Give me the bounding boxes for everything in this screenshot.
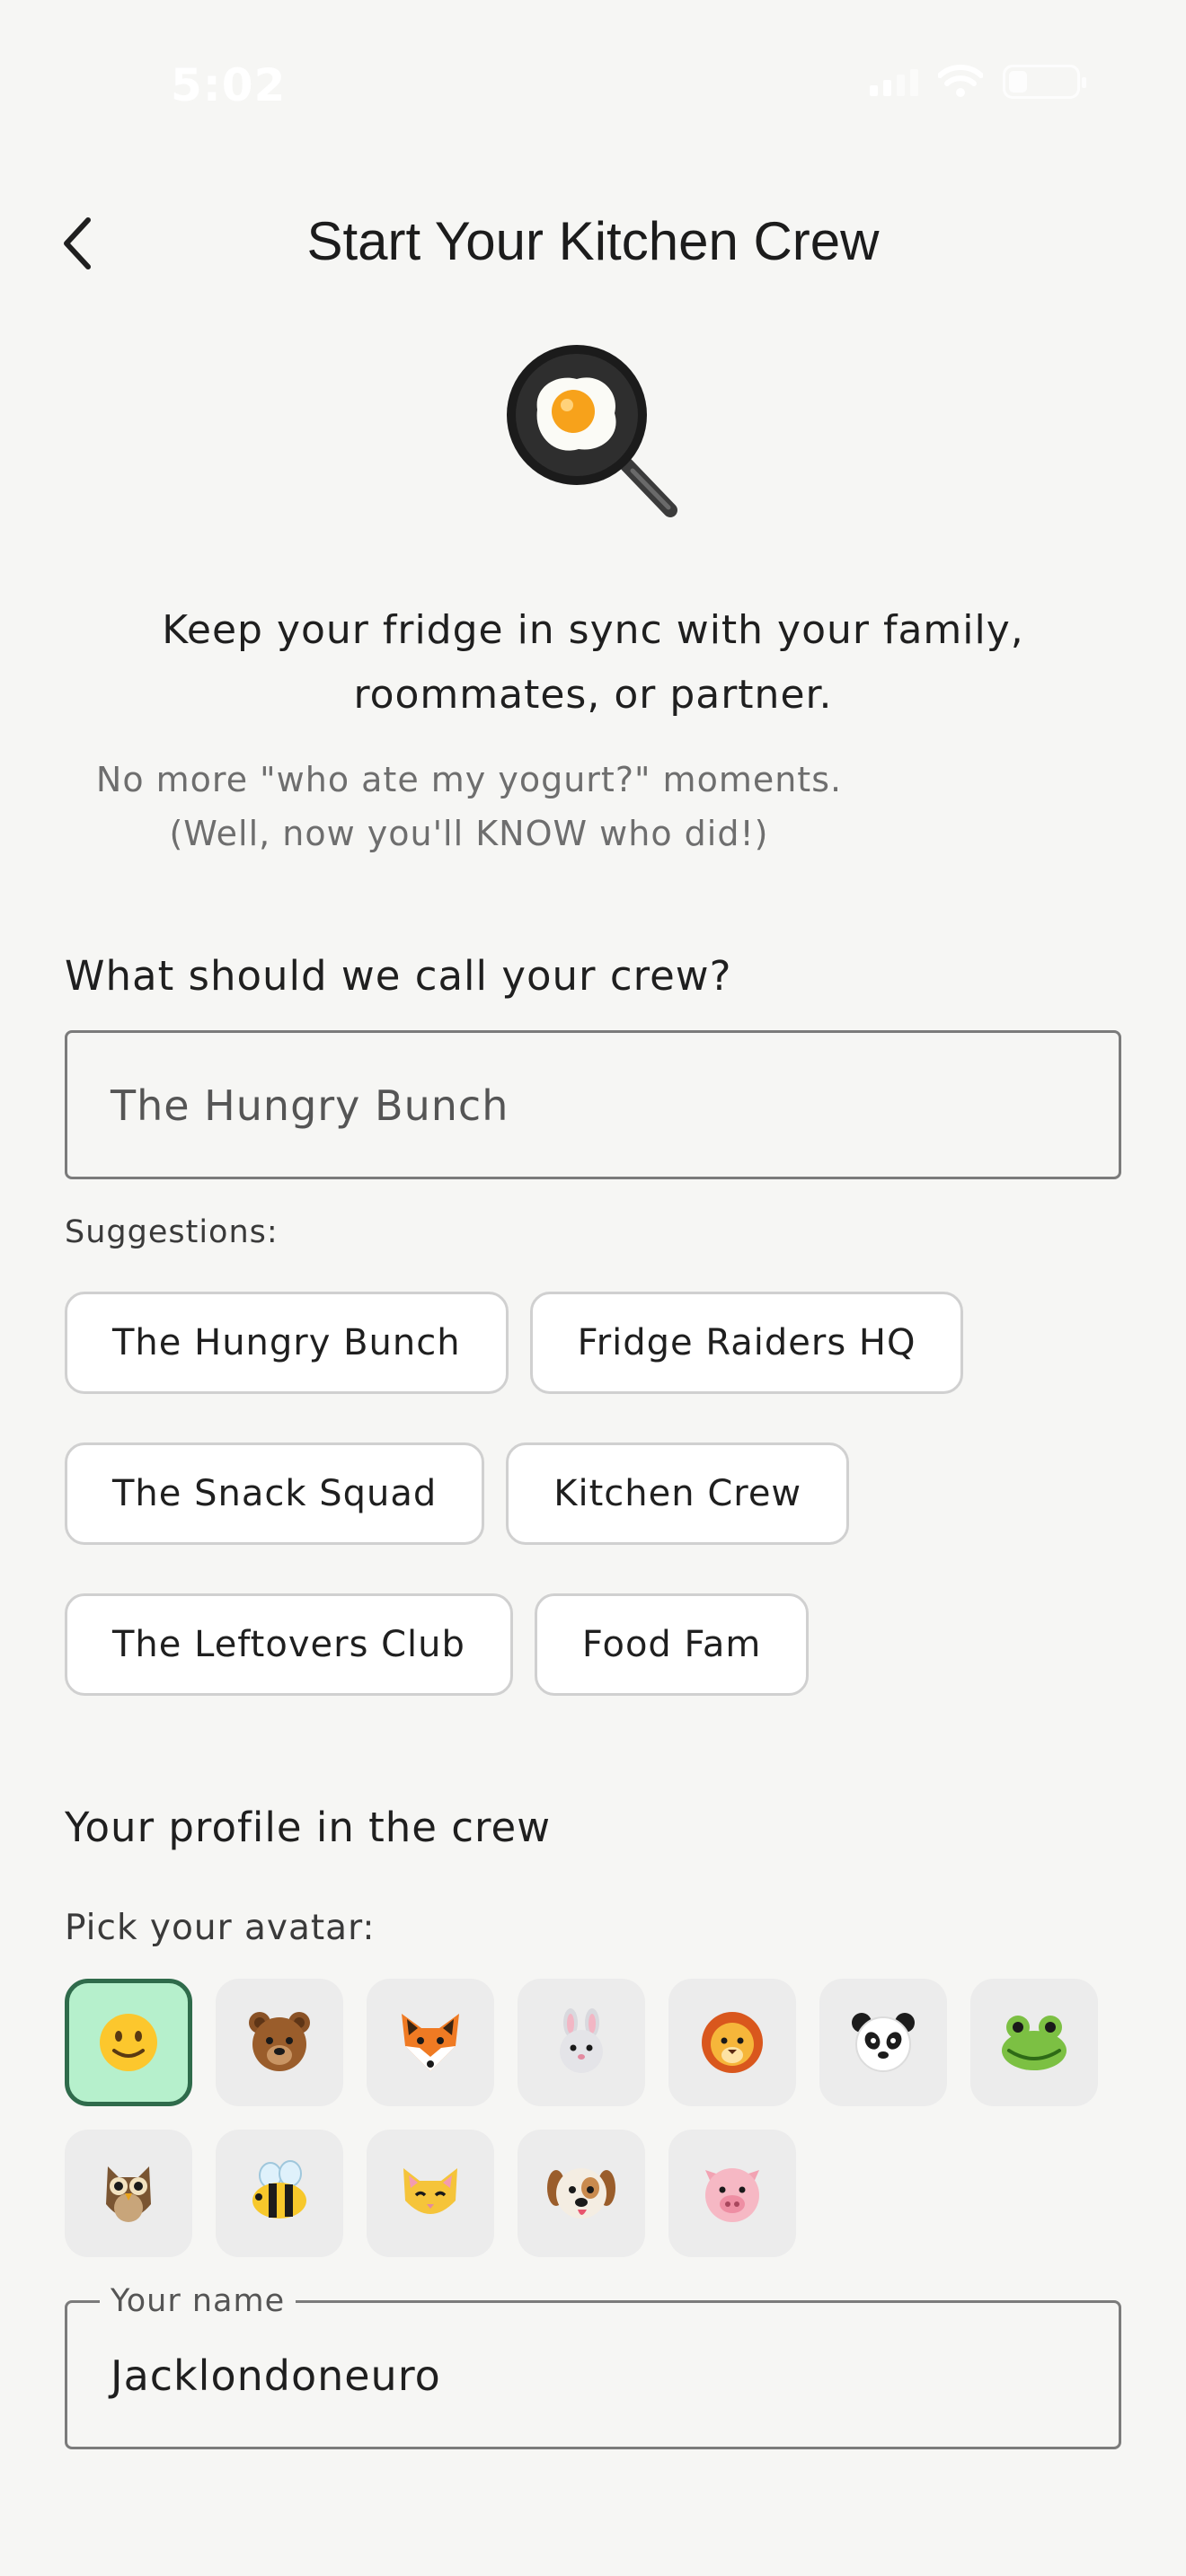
- crew-name-value: The Hungry Bunch: [111, 1081, 509, 1130]
- frying-pan-egg-icon: [507, 345, 677, 517]
- your-name-value: Jacklondoneuro: [111, 2351, 441, 2400]
- subnote-line-1: No more "who ate my yogurt?" moments.: [95, 760, 843, 799]
- your-name-label: Your name: [100, 2283, 296, 2319]
- smiley-face-icon: [100, 2014, 157, 2071]
- status-time: 5:02: [171, 59, 287, 111]
- rabbit-icon: [560, 2008, 603, 2073]
- avatar-picker-label: Pick your avatar:: [65, 1908, 376, 1948]
- page-title: Start Your Kitchen Crew: [306, 211, 880, 271]
- avatar-option-panda[interactable]: [819, 1979, 947, 2106]
- subnote-line-2: (Well, now you'll KNOW who did!): [169, 814, 769, 853]
- avatar-option-pig[interactable]: [668, 2130, 796, 2257]
- avatar-row-1: [65, 1979, 1098, 2106]
- fox-icon: [402, 2014, 459, 2071]
- avatar-option-lion[interactable]: [668, 1979, 796, 2106]
- battery-icon: [1003, 65, 1086, 99]
- suggestion-row-1: The Hungry Bunch Fridge Raiders HQ: [65, 1292, 964, 1394]
- suggestion-chip[interactable]: The Leftovers Club: [65, 1593, 513, 1696]
- tagline: Keep your fridge in sync with your famil…: [72, 598, 1114, 728]
- suggestion-chip[interactable]: Food Fam: [534, 1593, 810, 1696]
- avatar-option-cat[interactable]: [367, 2130, 494, 2257]
- owl-icon: [106, 2166, 151, 2222]
- tagline-line-2: roommates, or partner.: [353, 672, 833, 718]
- avatar-row-2: [65, 2130, 796, 2257]
- cat-icon: [403, 2168, 457, 2214]
- avatar-option-fox[interactable]: [367, 1979, 494, 2106]
- lion-icon: [702, 2012, 763, 2073]
- avatar-option-smiley[interactable]: [65, 1979, 192, 2106]
- subnote: No more "who ate my yogurt?" moments. (W…: [65, 753, 873, 860]
- avatar-option-dog[interactable]: [518, 2130, 645, 2257]
- frog-icon: [1002, 2016, 1067, 2070]
- avatar-option-bear[interactable]: [216, 1979, 343, 2106]
- avatar-option-frog[interactable]: [970, 1979, 1098, 2106]
- tagline-line-1: Keep your fridge in sync with your famil…: [162, 607, 1024, 653]
- suggestion-chip[interactable]: The Snack Squad: [65, 1442, 485, 1545]
- status-icons: [870, 65, 1086, 99]
- pig-icon: [705, 2168, 759, 2222]
- suggestion-chip[interactable]: Kitchen Crew: [506, 1442, 850, 1545]
- cellular-signal-icon: [870, 67, 918, 96]
- crew-name-heading: What should we call your crew?: [65, 952, 732, 1000]
- suggestion-chip[interactable]: The Hungry Bunch: [65, 1292, 509, 1394]
- suggestion-chip[interactable]: Fridge Raiders HQ: [529, 1292, 964, 1394]
- bear-icon: [249, 2012, 310, 2071]
- panda-icon: [852, 2013, 915, 2072]
- suggestions-label: Suggestions:: [65, 1214, 279, 1250]
- profile-heading: Your profile in the crew: [65, 1804, 552, 1851]
- suggestion-row-2: The Snack Squad Kitchen Crew: [65, 1442, 850, 1545]
- wifi-icon: [938, 65, 983, 97]
- avatar-option-owl[interactable]: [65, 2130, 192, 2257]
- your-name-input[interactable]: Your name Jacklondoneuro: [65, 2283, 1121, 2449]
- suggestion-row-3: The Leftovers Club Food Fam: [65, 1593, 810, 1696]
- avatar-option-rabbit[interactable]: [518, 1979, 645, 2106]
- create-crew-screen: 5:02 Start Your Kitchen Crew Keep your f…: [0, 0, 1186, 2576]
- crew-name-input[interactable]: The Hungry Bunch: [65, 1030, 1121, 1179]
- avatar-option-bee[interactable]: [216, 2130, 343, 2257]
- dog-icon: [547, 2168, 615, 2219]
- bee-icon: [252, 2160, 306, 2219]
